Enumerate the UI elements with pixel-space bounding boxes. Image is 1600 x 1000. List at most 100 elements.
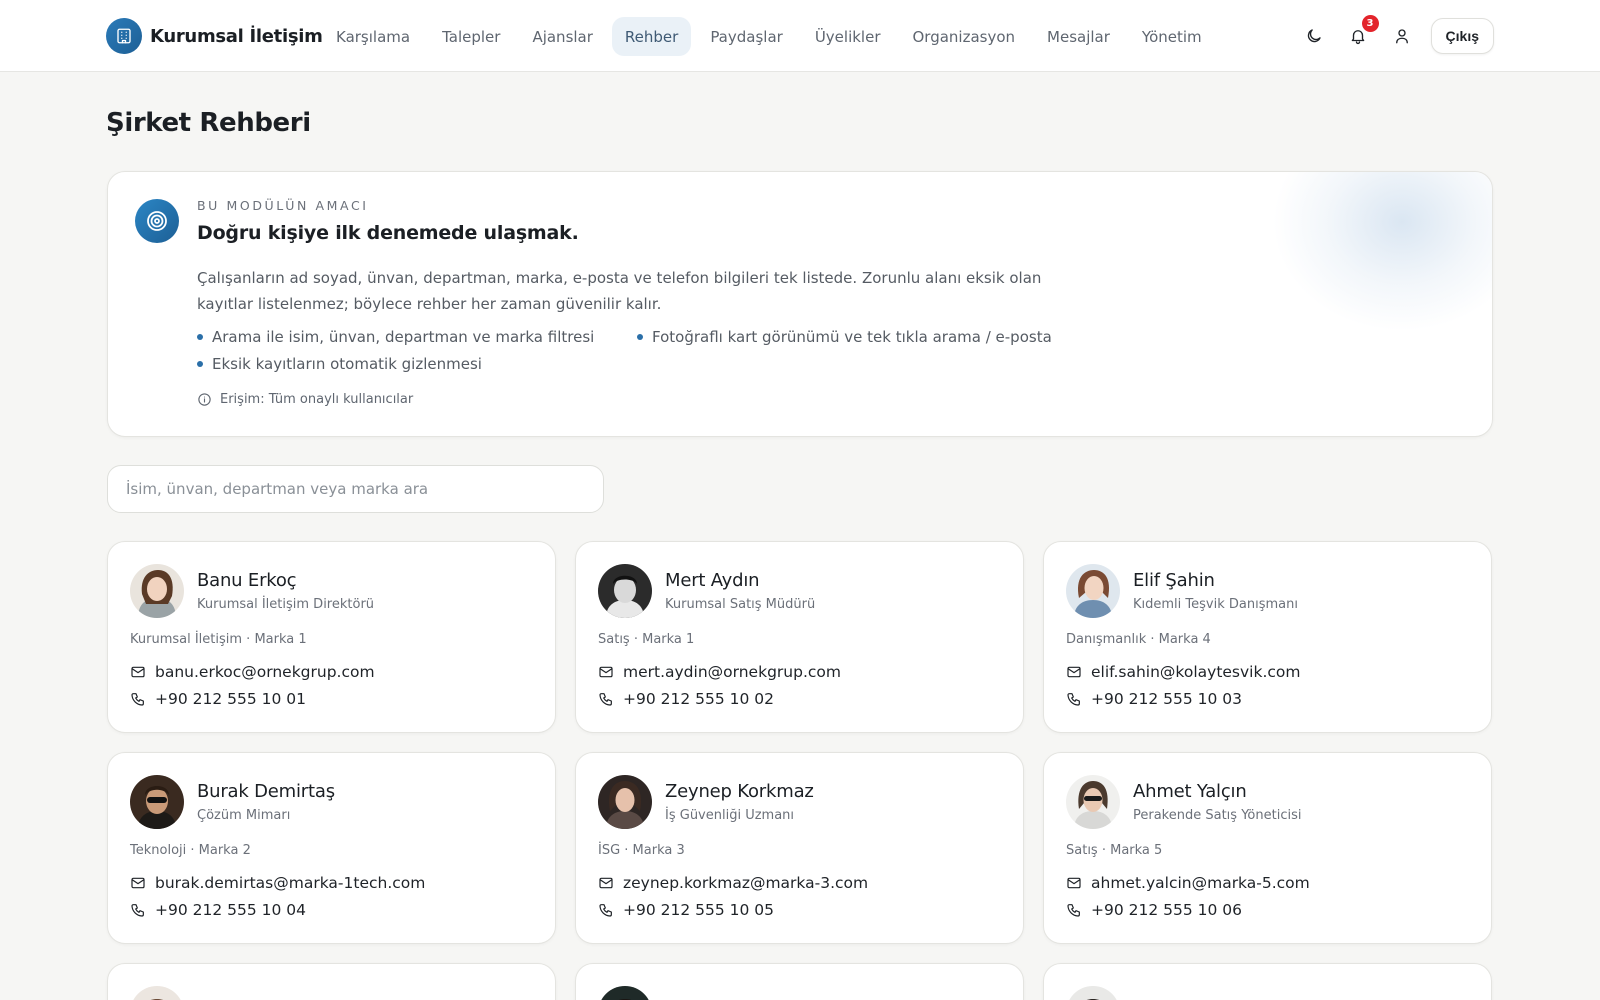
phone-text: +90 212 555 10 05 (623, 901, 775, 919)
person-card-partial[interactable] (107, 963, 556, 1000)
person-card[interactable]: Banu Erkoç Kurumsal İletişim Direktörü K… (107, 541, 556, 733)
email-text: mert.aydin@ornekgrup.com (623, 663, 841, 681)
feature-item: Eksik kayıtların otomatik gizlenmesi (197, 353, 637, 374)
avatar (598, 775, 652, 829)
theme-toggle-button[interactable] (1299, 21, 1329, 51)
phone-icon (599, 693, 612, 706)
mail-icon (599, 877, 613, 889)
phone-link[interactable]: +90 212 555 10 04 (130, 901, 306, 919)
person-card[interactable]: Burak Demirtaş Çözüm Mimarı Teknoloji · … (107, 752, 556, 944)
phone-link[interactable]: +90 212 555 10 06 (1066, 901, 1242, 919)
email-text: zeynep.korkmaz@marka-3.com (623, 874, 869, 892)
mail-icon (599, 666, 613, 678)
phone-icon (131, 693, 144, 706)
access-text: Erişim: Tüm onaylı kullanıcılar (220, 392, 414, 407)
avatar (130, 564, 184, 618)
nav-item-mesajlar[interactable]: Mesajlar (1034, 17, 1123, 56)
main-nav: Karşılama Talepler Ajanslar Rehber Payda… (323, 17, 1215, 56)
bullet-dot (197, 360, 203, 367)
module-purpose-card: BU MODÜLÜN AMACI Doğru kişiye ilk deneme… (107, 171, 1493, 437)
logout-button[interactable]: Çıkış (1430, 18, 1494, 54)
phone-link[interactable]: +90 212 555 10 01 (130, 690, 306, 708)
avatar (130, 775, 184, 829)
notifications-button[interactable]: 3 (1343, 15, 1379, 51)
person-name: Elif Şahin (1133, 570, 1215, 591)
person-name: Zeynep Korkmaz (665, 781, 814, 802)
person-card[interactable]: Zeynep Korkmaz İş Güvenliği Uzmanı İSG ·… (575, 752, 1024, 944)
avatar (598, 986, 652, 1000)
person-card-partial[interactable] (1043, 963, 1492, 1000)
mail-icon (1067, 877, 1081, 889)
email-text: ahmet.yalcin@marka-5.com (1091, 874, 1310, 892)
avatar (1066, 775, 1120, 829)
person-department-brand: İSG · Marka 3 (598, 843, 685, 858)
person-name: Ahmet Yalçın (1133, 781, 1247, 802)
phone-link[interactable]: +90 212 555 10 02 (598, 690, 774, 708)
target-icon (135, 199, 179, 243)
person-title: Kıdemli Teşvik Danışmanı (1133, 597, 1298, 612)
mail-icon (131, 666, 145, 678)
person-card-partial[interactable] (575, 963, 1024, 1000)
person-department-brand: Kurumsal İletişim · Marka 1 (130, 632, 307, 647)
email-link[interactable]: ahmet.yalcin@marka-5.com (1066, 874, 1310, 892)
purpose-heading: Doğru kişiye ilk denemede ulaşmak. (197, 222, 579, 244)
person-name: Mert Aydın (665, 570, 760, 591)
email-text: banu.erkoc@ornekgrup.com (155, 663, 375, 681)
top-navigation-bar: Kurumsal İletişim Karşılama Talepler Aja… (0, 0, 1600, 72)
info-icon (198, 393, 211, 406)
email-link[interactable]: elif.sahin@kolaytesvik.com (1066, 663, 1301, 681)
nav-item-uyelikler[interactable]: Üyelikler (802, 17, 894, 56)
avatar (1066, 564, 1120, 618)
nav-item-talepler[interactable]: Talepler (429, 17, 513, 56)
header-actions: 3 Çıkış (1299, 15, 1494, 54)
brand-name: Kurumsal İletişim (150, 25, 323, 47)
person-title: Kurumsal Satış Müdürü (665, 597, 816, 612)
directory-grid: Banu Erkoç Kurumsal İletişim Direktörü K… (107, 541, 1492, 1000)
user-icon (1395, 29, 1408, 44)
avatar (1066, 986, 1120, 1000)
person-title: Perakende Satış Yöneticisi (1133, 808, 1302, 823)
person-department-brand: Danışmanlık · Marka 4 (1066, 632, 1211, 647)
phone-icon (1067, 693, 1080, 706)
email-link[interactable]: zeynep.korkmaz@marka-3.com (598, 874, 868, 892)
email-link[interactable]: banu.erkoc@ornekgrup.com (130, 663, 375, 681)
nav-item-paydaslar[interactable]: Paydaşlar (697, 17, 796, 56)
phone-link[interactable]: +90 212 555 10 05 (598, 901, 774, 919)
person-card[interactable]: Ahmet Yalçın Perakende Satış Yöneticisi … (1043, 752, 1492, 944)
moon-icon (1307, 29, 1321, 43)
purpose-eyebrow: BU MODÜLÜN AMACI (197, 198, 369, 213)
building-icon (106, 18, 142, 54)
nav-item-organizasyon[interactable]: Organizasyon (899, 17, 1028, 56)
person-card[interactable]: Elif Şahin Kıdemli Teşvik Danışmanı Danı… (1043, 541, 1492, 733)
search-input[interactable] (126, 480, 585, 498)
nav-item-karsilama[interactable]: Karşılama (323, 17, 423, 56)
notification-badge: 3 (1361, 15, 1379, 32)
phone-text: +90 212 555 10 01 (155, 690, 307, 708)
nav-item-rehber[interactable]: Rehber (611, 17, 692, 56)
feature-item: Arama ile isim, ünvan, departman ve mark… (197, 326, 637, 347)
phone-text: +90 212 555 10 06 (1091, 901, 1243, 919)
feature-text: Fotoğraflı kart görünümü ve tek tıkla ar… (652, 327, 1052, 346)
email-link[interactable]: mert.aydin@ornekgrup.com (598, 663, 841, 681)
phone-link[interactable]: +90 212 555 10 03 (1066, 690, 1242, 708)
purpose-description: Çalışanların ad soyad, ünvan, departman,… (197, 269, 1042, 313)
phone-text: +90 212 555 10 04 (155, 901, 307, 919)
brand[interactable]: Kurumsal İletişim (106, 18, 323, 54)
profile-button[interactable] (1387, 21, 1417, 51)
feature-list: Arama ile isim, ünvan, departman ve mark… (197, 326, 1077, 374)
phone-text: +90 212 555 10 03 (1091, 690, 1243, 708)
directory-search (107, 465, 604, 513)
nav-item-ajanslar[interactable]: Ajanslar (519, 17, 605, 56)
nav-item-yonetim[interactable]: Yönetim (1129, 17, 1215, 56)
phone-icon (131, 904, 144, 917)
page-title: Şirket Rehberi (106, 108, 311, 138)
phone-icon (1067, 904, 1080, 917)
mail-icon (1067, 666, 1081, 678)
email-text: burak.demirtas@marka-1tech.com (155, 874, 426, 892)
feature-text: Arama ile isim, ünvan, departman ve mark… (212, 327, 595, 346)
person-card[interactable]: Mert Aydın Kurumsal Satış Müdürü Satış ·… (575, 541, 1024, 733)
feature-item: Fotoğraflı kart görünümü ve tek tıkla ar… (637, 326, 1077, 347)
person-department-brand: Satış · Marka 1 (598, 632, 695, 647)
email-link[interactable]: burak.demirtas@marka-1tech.com (130, 874, 425, 892)
feature-text: Eksik kayıtların otomatik gizlenmesi (212, 354, 482, 373)
